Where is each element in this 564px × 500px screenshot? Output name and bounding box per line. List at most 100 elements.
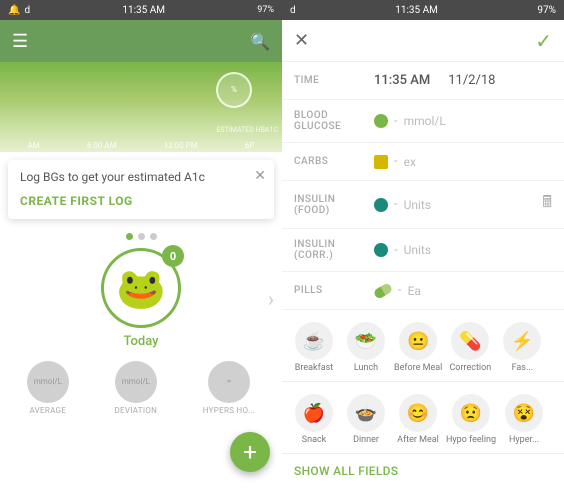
- status-bar-left-icons: 🔔 d: [8, 5, 30, 16]
- stat-hypers: = HYPERS HO...: [203, 361, 255, 415]
- notification-icon: 🔔: [8, 5, 20, 16]
- hypers-circle: =: [208, 361, 250, 403]
- insulin-corr-dash: -: [394, 243, 398, 258]
- status-bar-right-icons: 97%: [257, 5, 274, 15]
- deviation-label: DEVIATION: [114, 406, 157, 415]
- calculator-icon[interactable]: 🖩: [542, 191, 552, 218]
- blood-glucose-label: BLOOD GLUCOSE: [294, 110, 374, 132]
- status-right-left-icons: d: [290, 5, 296, 16]
- search-icon[interactable]: 🔍: [250, 32, 270, 51]
- status-time-right: 11:35 AM: [395, 5, 438, 16]
- insulin-food-row[interactable]: INSULIN (FOOD) - Units 🖩: [282, 181, 564, 229]
- after-meal-label: After Meal: [397, 435, 439, 445]
- hypers-label: HYPERS HO...: [203, 406, 255, 415]
- pills-dash: -: [398, 283, 402, 298]
- blood-glucose-dash: -: [394, 114, 398, 129]
- correction-label: Correction: [449, 363, 491, 373]
- blood-glucose-unit: mmol/L: [404, 114, 446, 128]
- time-label: TIME: [294, 75, 374, 86]
- before-meal-label: Before Meal: [394, 363, 442, 373]
- status-right-battery: 97%: [537, 5, 556, 16]
- meal-correction[interactable]: 💊 Correction: [444, 318, 496, 377]
- dinner-icon: 🍲: [347, 394, 385, 432]
- hypo-label: Hypo feeling: [446, 435, 496, 445]
- create-log-button[interactable]: CREATE FIRST LOG: [20, 194, 133, 208]
- glucose-circle: 🐸 0: [101, 248, 181, 328]
- hamburger-icon[interactable]: ☰: [12, 31, 28, 52]
- fast-label: Fas...: [512, 363, 534, 373]
- insulin-food-unit: Units: [404, 198, 431, 212]
- insulin-corr-unit: Units: [404, 243, 431, 257]
- pills-unit: Ea: [408, 284, 421, 298]
- graph-area: % ESTIMATED HBA1C AM 6:00 AM 12:00 PM 6P: [0, 62, 282, 152]
- before-meal-icon: 😐: [399, 322, 437, 360]
- pills-row[interactable]: PILLS - Ea: [282, 272, 564, 310]
- log-form: TIME 11:35 AM 11/2/18 BLOOD GLUCOSE - mm…: [282, 62, 564, 500]
- time-row: TIME 11:35 AM 11/2/18: [282, 62, 564, 100]
- nav-arrow-right[interactable]: ›: [268, 287, 274, 311]
- glucose-display: 🐸 0 Today ›: [0, 248, 282, 349]
- carbs-color-dot: [374, 155, 388, 169]
- confirm-button[interactable]: ✓: [535, 29, 552, 53]
- pills-label: PILLS: [294, 285, 374, 296]
- meal-breakfast[interactable]: ☕ Breakfast: [288, 318, 340, 377]
- insulin-food-color-dot: [374, 198, 388, 212]
- snack-icon: 🍎: [295, 394, 333, 432]
- estimated-label: ESTIMATED HBA1C: [217, 126, 278, 134]
- hypo-icon: 😟: [452, 394, 490, 432]
- insulin-corr-color-dot: [374, 243, 388, 257]
- pills-content: - Ea: [374, 283, 552, 298]
- status-time-left: 11:35 AM: [122, 5, 165, 16]
- meal-before[interactable]: 😐 Before Meal: [392, 318, 444, 377]
- time-label-am: AM: [28, 141, 40, 150]
- notification-card: ✕ Log BGs to get your estimated A1c CREA…: [8, 160, 274, 219]
- right-panel: d 11:35 AM 97% ✕ ✓ TIME 11:35 AM 11/2/18…: [282, 0, 564, 500]
- dot-2: [138, 233, 145, 240]
- carbs-dash: -: [394, 154, 398, 169]
- show-all-fields-button[interactable]: SHOW ALL FIELDS: [282, 454, 564, 488]
- dot-1: [126, 233, 133, 240]
- carbs-unit: ex: [404, 155, 416, 169]
- insulin-food-dash: -: [394, 197, 398, 212]
- signal-icon: d: [24, 5, 30, 16]
- right-header: ✕ ✓: [282, 20, 564, 62]
- blood-glucose-row[interactable]: BLOOD GLUCOSE - mmol/L: [282, 100, 564, 143]
- carbs-label: CARBS: [294, 156, 374, 167]
- breakfast-icon: ☕: [295, 322, 333, 360]
- meal-snack[interactable]: 🍎 Snack: [288, 390, 340, 449]
- insulin-corr-content: - Units: [374, 243, 552, 258]
- breakfast-label: Breakfast: [295, 363, 333, 373]
- insulin-corr-row[interactable]: INSULIN (CORR.) - Units: [282, 229, 564, 272]
- lunch-icon: 🥗: [347, 322, 385, 360]
- insulin-corr-label: INSULIN (CORR.): [294, 239, 374, 261]
- hba1c-badge: %: [216, 72, 252, 108]
- hyper-label: Hyper...: [509, 435, 539, 445]
- today-label: Today: [123, 334, 158, 349]
- average-circle: mmol/L: [27, 361, 69, 403]
- meal-after[interactable]: 😊 After Meal: [392, 390, 444, 449]
- meal-lunch[interactable]: 🥗 Lunch: [340, 318, 392, 377]
- close-notification-button[interactable]: ✕: [254, 168, 266, 184]
- time-value[interactable]: 11:35 AM: [374, 73, 430, 88]
- meal-dinner[interactable]: 🍲 Dinner: [340, 390, 392, 449]
- time-label-12pm: 12:00 PM: [164, 141, 198, 150]
- snack-label: Snack: [302, 435, 326, 445]
- insulin-food-content: - Units 🖩: [374, 191, 552, 218]
- status-bar-left: 🔔 d 11:35 AM 97%: [0, 0, 282, 20]
- blood-glucose-content: - mmol/L: [374, 114, 552, 129]
- meal-fast[interactable]: ⚡ Fas...: [496, 318, 548, 377]
- close-button[interactable]: ✕: [294, 30, 309, 51]
- stat-average: mmol/L AVERAGE: [27, 361, 69, 415]
- carbs-row[interactable]: CARBS - ex: [282, 143, 564, 181]
- after-meal-icon: 😊: [399, 394, 437, 432]
- meal-hypo[interactable]: 😟 Hypo feeling: [444, 390, 498, 449]
- glucose-badge: 0: [162, 245, 184, 267]
- status-bar-right: d 11:35 AM 97%: [282, 0, 564, 20]
- glucose-face-icon: 🐸: [116, 265, 166, 312]
- carbs-content: - ex: [374, 154, 552, 169]
- app-header-left: ☰ 🔍: [0, 20, 282, 62]
- meal-icons-row-1: ☕ Breakfast 🥗 Lunch 😐 Before Meal 💊 Corr…: [282, 310, 564, 382]
- meal-hyper[interactable]: 😵 Hyper...: [498, 390, 550, 449]
- fab-add-button[interactable]: +: [230, 432, 270, 472]
- date-value[interactable]: 11/2/18: [448, 73, 495, 88]
